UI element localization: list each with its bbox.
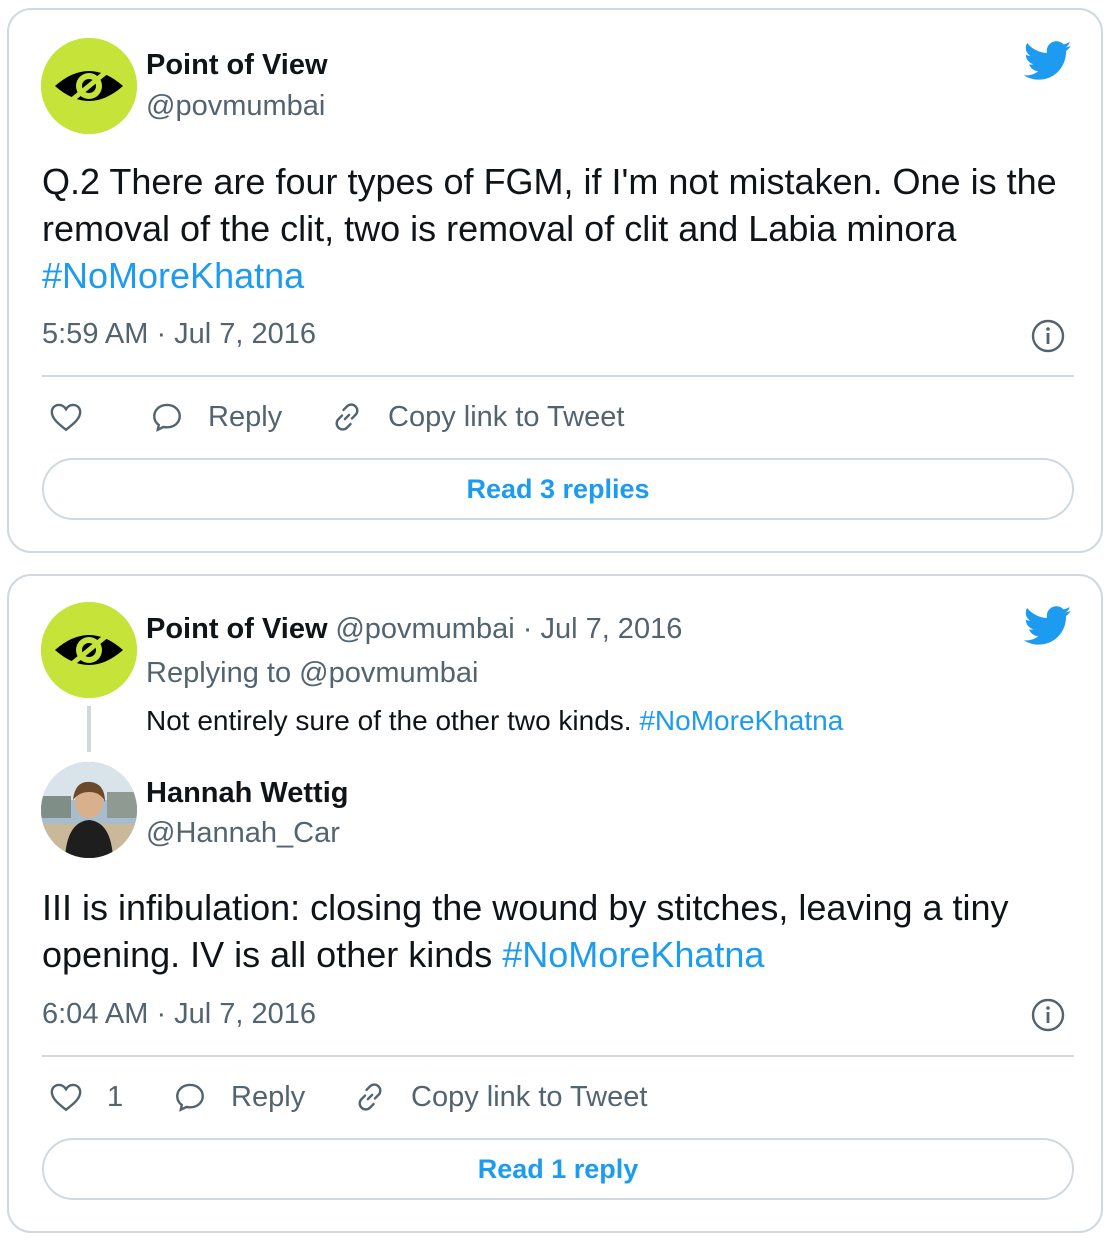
profile-photo [41, 762, 137, 858]
reply-button[interactable]: Reply [173, 1080, 305, 1114]
author-handle[interactable]: @Hannah_Car [146, 816, 340, 850]
copy-link-label: Copy link to Tweet [388, 400, 625, 433]
author-name[interactable]: Point of View [146, 48, 328, 82]
avatar[interactable] [41, 38, 137, 134]
tweet-text: Q.2 There are four types of FGM, if I'm … [42, 161, 1057, 296]
hashtag-link[interactable]: #NoMoreKhatna [42, 255, 304, 296]
reply-label: Reply [231, 1080, 306, 1113]
twitter-bird-icon[interactable] [1024, 606, 1072, 646]
tweet-text: III is infibulation: closing the wound b… [42, 887, 1009, 975]
timestamp[interactable]: 5:59 AM · Jul 7, 2016 [42, 318, 316, 351]
replying-to[interactable]: Replying to @povmumbai [146, 656, 478, 690]
heart-icon [50, 403, 82, 432]
author-handle[interactable]: @povmumbai [146, 89, 325, 123]
avatar[interactable] [41, 602, 137, 698]
read-replies-button[interactable]: Read 1 reply [42, 1138, 1074, 1200]
parent-header: Point of View @povmumbai · Jul 7, 2016 [146, 612, 682, 646]
eye-logo-icon [41, 38, 137, 134]
hashtag-link[interactable]: #NoMoreKhatna [502, 934, 764, 975]
tweet-card: Point of View @povmumbai Q.2 There are f… [7, 8, 1103, 553]
thread-line [87, 706, 91, 752]
parent-author-name[interactable]: Point of View [146, 613, 328, 645]
reply-icon [176, 1083, 204, 1112]
divider [42, 375, 1074, 377]
twitter-bird-icon[interactable] [1024, 41, 1072, 81]
reply-button[interactable]: Reply [150, 400, 282, 434]
parent-tweet-text: Not entirely sure of the other two kinds… [146, 705, 844, 736]
timestamp[interactable]: 6:04 AM · Jul 7, 2016 [42, 998, 316, 1031]
reply-icon [153, 403, 181, 432]
info-icon[interactable] [1031, 319, 1065, 353]
divider [42, 1055, 1074, 1057]
reply-label: Reply [208, 400, 283, 433]
author-name[interactable]: Hannah Wettig [146, 776, 348, 810]
read-replies-button[interactable]: Read 3 replies [42, 458, 1074, 520]
link-icon [358, 1083, 382, 1111]
link-icon [335, 403, 359, 431]
eye-logo-icon [41, 602, 137, 698]
parent-handle-date[interactable]: @povmumbai · Jul 7, 2016 [335, 613, 682, 645]
like-button[interactable]: 1 [49, 1080, 123, 1114]
copy-link-button[interactable]: Copy link to Tweet [353, 1080, 647, 1114]
heart-icon [50, 1083, 82, 1112]
like-button[interactable] [49, 400, 107, 434]
copy-link-button[interactable]: Copy link to Tweet [330, 400, 624, 434]
info-icon[interactable] [1031, 998, 1065, 1032]
tweet-card: Point of View @povmumbai · Jul 7, 2016 R… [7, 574, 1103, 1233]
like-count: 1 [107, 1080, 124, 1113]
hashtag-link[interactable]: #NoMoreKhatna [639, 705, 843, 736]
avatar[interactable] [41, 762, 137, 858]
copy-link-label: Copy link to Tweet [411, 1080, 648, 1113]
